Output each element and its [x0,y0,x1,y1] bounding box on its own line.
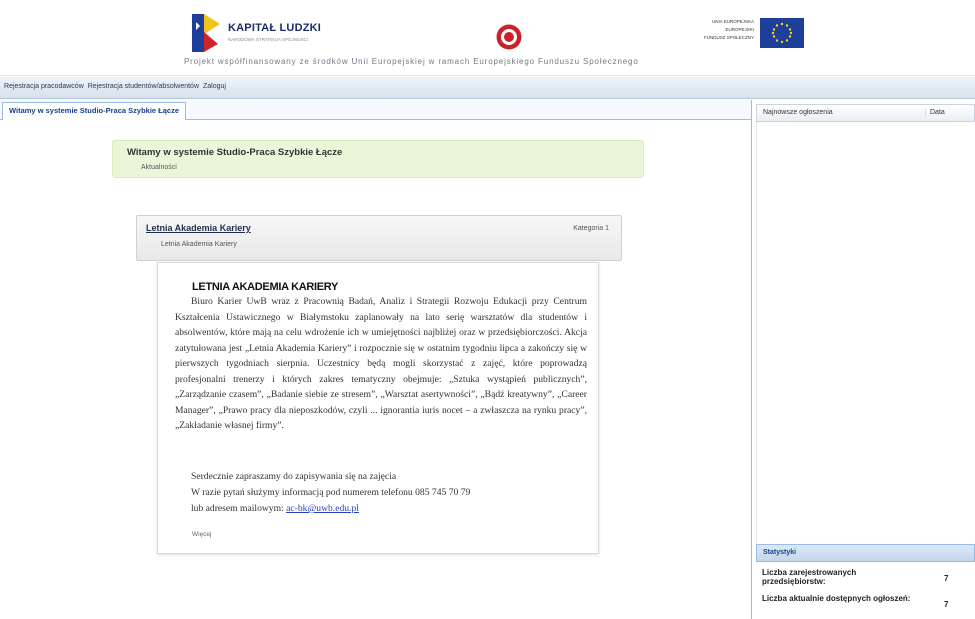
stats-panel-header: Statystyki [756,544,975,562]
nav-login[interactable]: Zaloguj [203,83,226,90]
column-header-date[interactable]: Data [925,109,945,116]
top-nav-links: Rejestracja pracodawców Rejestracja stud… [4,83,228,90]
article-heading: LETNIA AKADEMIA KARIERY [192,281,339,293]
university-emblem-icon [496,24,522,50]
stat-row-companies: Liczba zarejestrowanych przedsiębiorstw:… [756,568,975,592]
article-more-link[interactable]: Więcej [192,531,212,538]
newest-ads-list [756,122,975,544]
kapital-ludzki-logo-icon [192,14,220,52]
stats-title: Statystyki [763,549,797,556]
news-lead: Letnia Akademia Kariery [161,241,237,248]
nav-employer-registration[interactable]: Rejestracja pracodawców [4,83,84,90]
stat-label: Liczba aktualnie dostępnych ogłoszeń: [762,594,911,603]
welcome-subtitle: Aktualności [141,164,177,171]
stat-value: 7 [944,600,949,609]
article-email-line: lub adresem mailowym: ac-bk@uwb.edu.pl [191,503,359,514]
cofinancing-caption: Projekt współfinansowany ze środków Unii… [184,57,639,66]
email-link[interactable]: ac-bk@uwb.edu.pl [286,503,359,514]
stat-value: 7 [944,574,949,583]
logo-title: KAPITAŁ LUDZKI [228,22,322,34]
header-banner: KAPITAŁ LUDZKI NARODOWA STRATEGIA SPÓJNO… [0,0,975,76]
news-title-link[interactable]: Letnia Akademia Kariery [146,223,251,233]
news-article: LETNIA AKADEMIA KARIERY Biuro Karier UwB… [157,262,599,554]
eu-flag-icon [760,18,804,48]
column-divider [751,100,752,619]
top-navigation: Rejestracja pracodawców Rejestracja stud… [0,77,975,99]
logo-subtitle: NARODOWA STRATEGIA SPÓJNOŚCI [228,37,309,42]
newest-ads-header: Najnowsze ogłoszenia Data [756,104,975,122]
tab-welcome[interactable]: Witamy w systemie Studio-Praca Szybkie Ł… [2,102,186,120]
nav-student-registration[interactable]: Rejestracja studentów/absolwentów [88,83,199,90]
stat-label: Liczba zarejestrowanych przedsiębiorstw: [762,568,857,586]
welcome-panel: Witamy w systemie Studio-Praca Szybkie Ł… [112,140,644,178]
article-body: Biuro Karier UwB wraz z Pracownią Badań,… [175,296,587,431]
article-invite: Serdecznie zapraszamy do zapisywania się… [191,471,397,482]
news-item-header: Letnia Akademia Kariery Kategoria 1 Letn… [136,215,622,261]
tab-strip: Witamy w systemie Studio-Praca Szybkie Ł… [0,100,751,120]
welcome-title: Witamy w systemie Studio-Praca Szybkie Ł… [127,147,343,158]
eu-label: UNIA EUROPEJSKA EUROPEJSKI FUNDUSZ SPOŁE… [703,19,754,40]
stat-row-ads: Liczba aktualnie dostępnych ogłoszeń: 7 [756,594,975,618]
article-phone: W razie pytań służymy informacją pod num… [191,487,471,498]
column-header-newest[interactable]: Najnowsze ogłoszenia [763,109,833,116]
news-category: Kategoria 1 [573,225,609,232]
